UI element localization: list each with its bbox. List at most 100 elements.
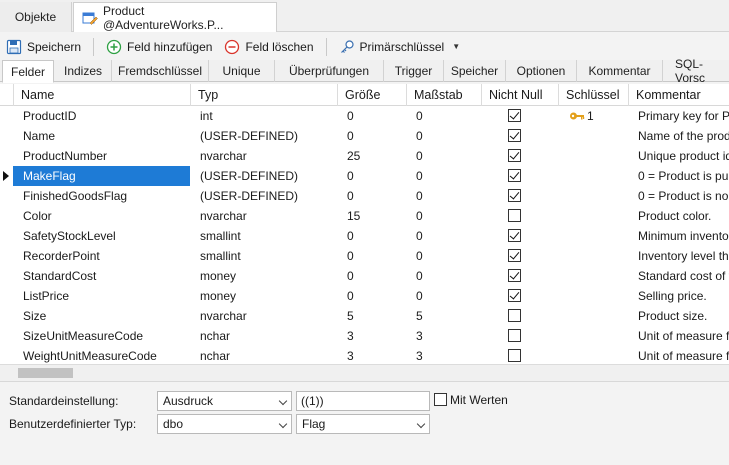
field-size-cell[interactable]: 0 xyxy=(337,226,406,246)
tab-indexes[interactable]: Indizes xyxy=(55,60,112,82)
field-comment-cell[interactable]: Primary key for Pr xyxy=(628,106,729,126)
field-comment-cell[interactable]: Inventory level th xyxy=(628,246,729,266)
field-scale-cell[interactable]: 0 xyxy=(406,206,481,226)
field-comment-cell[interactable]: Minimum invento xyxy=(628,226,729,246)
field-type-cell[interactable]: nchar xyxy=(190,326,337,346)
field-name-cell[interactable]: Color xyxy=(13,206,190,226)
field-size-cell[interactable]: 3 xyxy=(337,326,406,346)
field-size-cell[interactable]: 15 xyxy=(337,206,406,226)
field-type-cell[interactable]: smallint xyxy=(190,246,337,266)
tab-storage[interactable]: Speicher xyxy=(444,60,506,82)
table-row[interactable]: Name (USER-DEFINED) 0 0 Name of the prod xyxy=(0,126,729,146)
scrollbar-thumb[interactable] xyxy=(18,368,73,378)
field-name-cell[interactable]: ProductID xyxy=(13,106,190,126)
field-size-cell[interactable]: 0 xyxy=(337,266,406,286)
tab-unique[interactable]: Unique xyxy=(209,60,275,82)
field-comment-cell[interactable]: Selling price. xyxy=(628,286,729,306)
column-header-size[interactable]: Größe xyxy=(337,84,406,106)
field-type-cell[interactable]: nvarchar xyxy=(190,206,337,226)
field-size-cell[interactable]: 3 xyxy=(337,346,406,366)
field-type-cell[interactable]: nvarchar xyxy=(190,306,337,326)
not-null-checkbox[interactable] xyxy=(508,189,521,202)
not-null-checkbox[interactable] xyxy=(508,129,521,142)
field-comment-cell[interactable]: 0 = Product is pur xyxy=(628,166,729,186)
field-size-cell[interactable]: 5 xyxy=(337,306,406,326)
field-size-cell[interactable]: 0 xyxy=(337,186,406,206)
table-row[interactable]: MakeFlag (USER-DEFINED) 0 0 0 = Product is p… xyxy=(0,166,729,186)
column-header-type[interactable]: Typ xyxy=(190,84,337,106)
tab-objects[interactable]: Objekte xyxy=(0,2,72,32)
field-comment-cell[interactable]: 0 = Product is no xyxy=(628,186,729,206)
column-header-name[interactable]: Name xyxy=(13,84,190,106)
save-button[interactable]: Speichern xyxy=(0,35,87,59)
column-header-comment[interactable]: Kommentar xyxy=(628,84,729,106)
field-size-cell[interactable]: 25 xyxy=(337,146,406,166)
field-type-cell[interactable]: nchar xyxy=(190,346,337,366)
field-scale-cell[interactable]: 3 xyxy=(406,346,481,366)
field-scale-cell[interactable]: 0 xyxy=(406,186,481,206)
column-header-key[interactable]: Schlüssel xyxy=(558,84,628,106)
not-null-checkbox[interactable] xyxy=(508,169,521,182)
delete-field-button[interactable]: Feld löschen xyxy=(218,35,319,59)
field-scale-cell[interactable]: 5 xyxy=(406,306,481,326)
tab-options[interactable]: Optionen xyxy=(506,60,577,82)
table-row[interactable]: Color nvarchar 15 0 Product color. xyxy=(0,206,729,226)
table-row[interactable]: RecorderPoint smallint 0 0 Inventory level t… xyxy=(0,246,729,266)
field-name-cell[interactable]: Name xyxy=(13,126,190,146)
default-type-select[interactable]: Ausdruck xyxy=(157,391,292,411)
field-size-cell[interactable]: 0 xyxy=(337,166,406,186)
field-scale-cell[interactable]: 0 xyxy=(406,246,481,266)
tab-fields[interactable]: Felder xyxy=(2,60,54,83)
not-null-checkbox[interactable] xyxy=(508,289,521,302)
field-name-cell[interactable]: WeightUnitMeasureCode xyxy=(13,346,190,366)
schema-select[interactable]: dbo xyxy=(157,414,292,434)
field-comment-cell[interactable]: Unique product id xyxy=(628,146,729,166)
field-type-cell[interactable]: (USER-DEFINED) xyxy=(190,186,337,206)
field-name-cell[interactable]: ProductNumber xyxy=(13,146,190,166)
field-size-cell[interactable]: 0 xyxy=(337,126,406,146)
column-header-scale[interactable]: Maßstab xyxy=(406,84,481,106)
not-null-checkbox[interactable] xyxy=(508,249,521,262)
table-row[interactable]: StandardCost money 0 0 Standard cost of t xyxy=(0,266,729,286)
field-scale-cell[interactable]: 0 xyxy=(406,286,481,306)
field-scale-cell[interactable]: 0 xyxy=(406,126,481,146)
field-type-cell[interactable]: money xyxy=(190,286,337,306)
not-null-checkbox[interactable] xyxy=(508,349,521,362)
tab-product-table[interactable]: Product @AdventureWorks.P... xyxy=(73,2,277,32)
field-comment-cell[interactable]: Standard cost of t xyxy=(628,266,729,286)
field-scale-cell[interactable]: 0 xyxy=(406,226,481,246)
table-row[interactable]: SafetyStockLevel smallint 0 0 Minimum invent… xyxy=(0,226,729,246)
field-type-cell[interactable]: nvarchar xyxy=(190,146,337,166)
field-type-cell[interactable]: smallint xyxy=(190,226,337,246)
column-header-not-null[interactable]: Nicht Null xyxy=(481,84,558,106)
tab-checks[interactable]: Überprüfungen xyxy=(275,60,384,82)
custom-type-select[interactable]: Flag xyxy=(296,414,430,434)
field-name-cell[interactable]: SizeUnitMeasureCode xyxy=(13,326,190,346)
field-comment-cell[interactable]: Product color. xyxy=(628,206,729,226)
tab-foreign-keys[interactable]: Fremdschlüssel xyxy=(112,60,209,82)
field-scale-cell[interactable]: 0 xyxy=(406,146,481,166)
field-type-cell[interactable]: money xyxy=(190,266,337,286)
with-values-checkbox[interactable] xyxy=(434,393,447,406)
field-scale-cell[interactable]: 3 xyxy=(406,326,481,346)
tab-sql-preview[interactable]: SQL-Vorsc xyxy=(663,57,729,85)
field-scale-cell[interactable]: 0 xyxy=(406,266,481,286)
not-null-checkbox[interactable] xyxy=(508,109,521,122)
table-row[interactable]: ListPrice money 0 0 Selling price. xyxy=(0,286,729,306)
dropdown-arrow-icon[interactable]: ▼ xyxy=(452,42,460,51)
field-name-cell[interactable]: MakeFlag xyxy=(13,166,190,186)
field-name-cell[interactable]: SafetyStockLevel xyxy=(13,226,190,246)
not-null-checkbox[interactable] xyxy=(508,269,521,282)
field-name-cell[interactable]: FinishedGoodsFlag xyxy=(13,186,190,206)
not-null-checkbox[interactable] xyxy=(508,209,521,222)
table-row[interactable]: ProductNumber nvarchar 25 0 Unique product i… xyxy=(0,146,729,166)
field-type-cell[interactable]: (USER-DEFINED) xyxy=(190,166,337,186)
not-null-checkbox[interactable] xyxy=(508,149,521,162)
table-row[interactable]: FinishedGoodsFlag (USER-DEFINED) 0 0 0 = Pro… xyxy=(0,186,729,206)
field-size-cell[interactable]: 0 xyxy=(337,286,406,306)
field-type-cell[interactable]: int xyxy=(190,106,337,126)
horizontal-scrollbar[interactable] xyxy=(0,364,729,381)
table-row[interactable]: ProductID int 0 0 1 Primary key for Pr xyxy=(0,106,729,126)
tab-comment[interactable]: Kommentar xyxy=(577,60,663,82)
field-name-cell[interactable]: RecorderPoint xyxy=(13,246,190,266)
